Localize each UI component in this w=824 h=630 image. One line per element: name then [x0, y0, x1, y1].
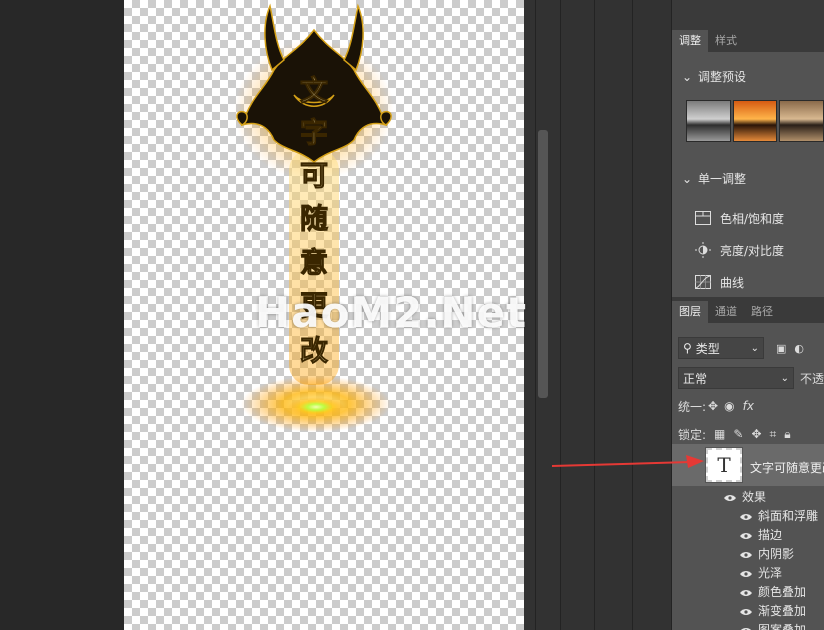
- effect-item[interactable]: 渐变叠加: [740, 602, 824, 621]
- tab-adjustments[interactable]: 调整: [672, 30, 708, 52]
- base-core: [288, 397, 344, 417]
- art-char-3: 可: [300, 159, 328, 192]
- single-adjust-label: 单一调整: [698, 172, 747, 186]
- divider: [594, 0, 595, 630]
- workspace-left-margin: [0, 0, 124, 630]
- chevron-down-icon: ⌄: [750, 342, 759, 354]
- curves-icon: [694, 274, 712, 290]
- effect-label: 描边: [758, 528, 783, 542]
- unify-position-icon[interactable]: ✥: [708, 399, 718, 413]
- adjust-presets-header[interactable]: ⌄ 调整预设: [672, 66, 824, 88]
- art-char-4: 随: [300, 202, 328, 235]
- opacity-label: 不透: [799, 371, 824, 386]
- layer-effects-list: 效果 斜面和浮雕 描边 内阴影 光泽 颜色叠加 渐变叠加 图案叠加: [724, 488, 824, 630]
- adjustment-filter-icon[interactable]: ◐: [794, 342, 804, 355]
- blend-row: 正常 ⌄ 不透: [672, 364, 824, 392]
- effect-item[interactable]: 内阴影: [740, 545, 824, 564]
- right-panel: 调整 样式 ⌄ 调整预设 ⌄ 单一调整 色相/饱和度 亮度/对比度 曲线 图层 通道…: [672, 0, 824, 630]
- single-adjust-header[interactable]: ⌄ 单一调整: [672, 168, 824, 190]
- art-char-2: 字: [300, 116, 328, 149]
- lock-transparent-icon[interactable]: ▦: [714, 427, 725, 441]
- divider: [632, 0, 633, 630]
- chevron-down-icon: ⌄: [682, 70, 693, 84]
- adjust-item-label: 曲线: [720, 275, 745, 290]
- lock-position-icon[interactable]: ✥: [751, 427, 761, 441]
- adjust-tabs: 调整 样式: [672, 26, 824, 52]
- chevron-down-icon: ⌄: [780, 372, 789, 384]
- effect-item[interactable]: 光泽: [740, 564, 824, 583]
- effects-group[interactable]: 效果: [724, 488, 824, 507]
- effect-item[interactable]: 斜面和浮雕: [740, 507, 824, 526]
- adjust-presets-section: ⌄ 调整预设: [672, 66, 824, 142]
- effect-label: 光泽: [758, 566, 783, 580]
- unify-style-icon[interactable]: fx: [743, 399, 754, 413]
- effect-item[interactable]: 颜色叠加: [740, 583, 824, 602]
- eye-icon[interactable]: [740, 627, 752, 630]
- adjust-hue-saturation[interactable]: 色相/饱和度: [672, 202, 824, 234]
- layer-tabs: 图层 通道 路径: [672, 297, 824, 323]
- blend-mode-dropdown[interactable]: 正常 ⌄: [678, 367, 794, 389]
- art-char-5: 意: [300, 246, 328, 279]
- preset-thumb-sunset[interactable]: [732, 100, 778, 142]
- effect-item[interactable]: 图案叠加: [740, 621, 824, 630]
- effect-label: 渐变叠加: [758, 604, 807, 618]
- hue-saturation-icon: [694, 210, 712, 226]
- effect-label: 图案叠加: [758, 623, 807, 630]
- blend-mode-value: 正常: [683, 371, 708, 386]
- tab-channels[interactable]: 通道: [708, 301, 744, 323]
- effect-item[interactable]: 描边: [740, 526, 824, 545]
- watermark-text: HaoM2.Net: [255, 288, 528, 337]
- adjust-item-label: 亮度/对比度: [720, 243, 785, 258]
- tab-styles[interactable]: 样式: [708, 30, 744, 52]
- eye-icon[interactable]: [740, 589, 752, 597]
- eye-icon[interactable]: [740, 513, 752, 521]
- lock-label: 锁定:: [678, 427, 707, 442]
- art-char-7: 改: [300, 334, 328, 367]
- effect-label: 内阴影: [758, 547, 795, 561]
- search-icon: ⚲: [683, 341, 692, 355]
- art-char-1: 文: [300, 74, 328, 107]
- preset-thumbnails: [672, 100, 824, 142]
- effects-label: 效果: [742, 490, 767, 504]
- layer-filter-dropdown[interactable]: ⚲ 类型 ⌄: [678, 337, 764, 359]
- text-layer-thumbnail[interactable]: T: [705, 447, 743, 483]
- text-layer-name[interactable]: 文字可随意更改: [750, 459, 824, 476]
- image-filter-icon[interactable]: ▣: [776, 342, 786, 355]
- adjust-presets-label: 调整预设: [698, 70, 747, 84]
- unify-row: 统一: ✥ ◉ fx: [672, 392, 824, 420]
- adjust-brightness-contrast[interactable]: 亮度/对比度: [672, 234, 824, 266]
- eye-icon[interactable]: [740, 551, 752, 559]
- tab-paths[interactable]: 路径: [744, 301, 780, 323]
- effect-label: 颜色叠加: [758, 585, 807, 599]
- chevron-down-icon: ⌄: [682, 172, 693, 186]
- vertical-scrollbar[interactable]: [538, 130, 548, 398]
- unify-label: 统一:: [678, 399, 707, 414]
- layer-filter-row: ⚲ 类型 ⌄ ▣ ◐: [672, 334, 824, 362]
- lock-pixels-icon[interactable]: ✎: [733, 427, 743, 441]
- eye-icon[interactable]: [740, 570, 752, 578]
- preset-thumb-warm[interactable]: [779, 100, 824, 142]
- unify-visibility-icon[interactable]: ◉: [724, 399, 734, 413]
- adjust-curves[interactable]: 曲线: [672, 266, 824, 298]
- lock-all-icon[interactable]: 🔒︎: [784, 427, 790, 442]
- eye-icon[interactable]: [740, 608, 752, 616]
- photoshop-window: 文 字 可 随 意 更 改 调整 样式 ⌄ 调整预设 ⌄ 单一调整 色相/饱和度 亮…: [0, 0, 824, 630]
- tab-layers[interactable]: 图层: [672, 301, 708, 323]
- preset-thumb-bw[interactable]: [686, 100, 731, 142]
- single-adjust-section: ⌄ 单一调整 色相/饱和度 亮度/对比度 曲线: [672, 168, 824, 298]
- lock-artboard-icon[interactable]: ⌗: [770, 427, 777, 442]
- red-arrow-annotation: [551, 455, 704, 468]
- adjust-item-label: 色相/饱和度: [720, 211, 785, 226]
- layer-filter-value: 类型: [695, 341, 720, 356]
- eye-icon[interactable]: [740, 532, 752, 540]
- eye-icon[interactable]: [724, 494, 736, 502]
- effect-label: 斜面和浮雕: [758, 509, 819, 523]
- sun-icon: [694, 242, 712, 258]
